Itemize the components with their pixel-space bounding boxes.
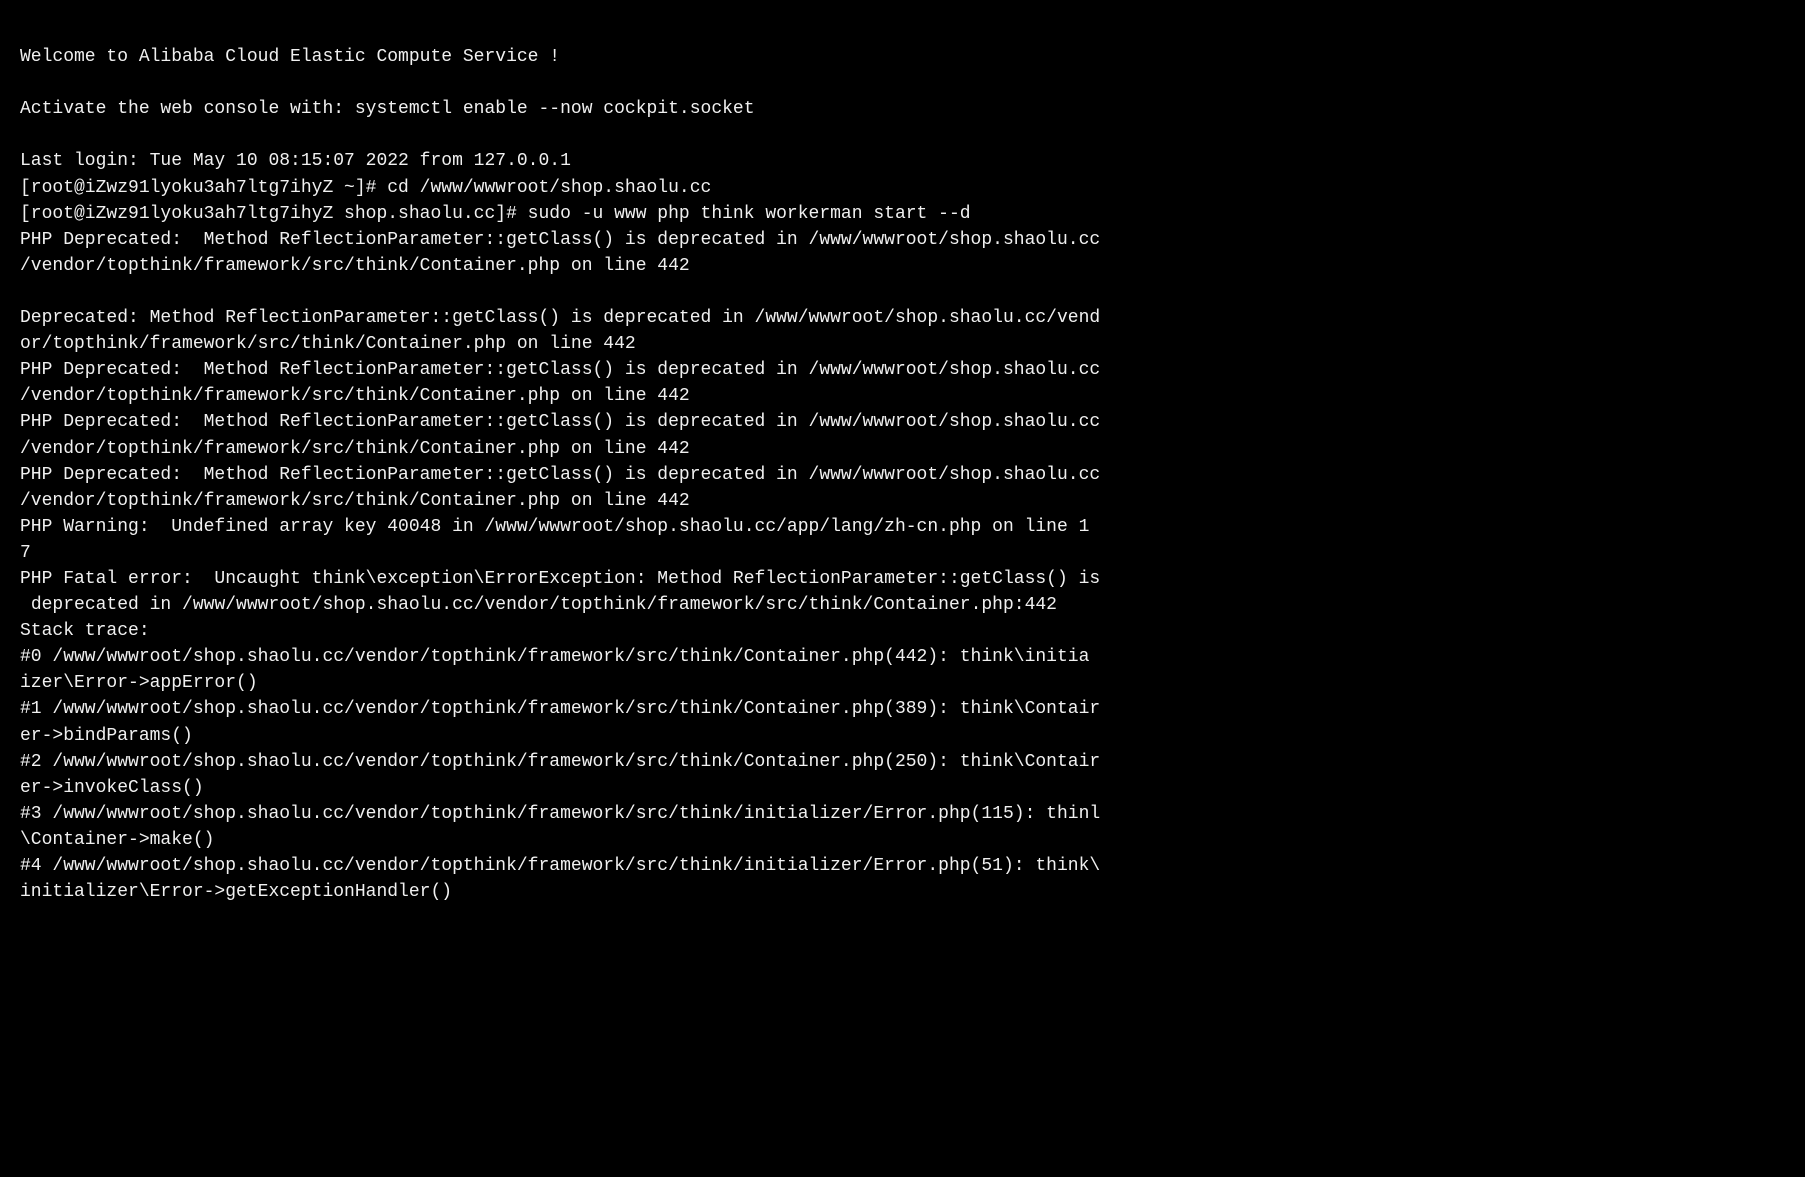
terminal-line-php-dep3b: /vendor/topthink/framework/src/think/Con… xyxy=(20,383,1785,409)
terminal-line-php-dep1a: PHP Deprecated: Method ReflectionParamet… xyxy=(20,227,1785,253)
terminal-line-php-dep1b: /vendor/topthink/framework/src/think/Con… xyxy=(20,253,1785,279)
empty-line xyxy=(20,70,1785,96)
terminal-line-welcome: Welcome to Alibaba Cloud Elastic Compute… xyxy=(20,44,1785,70)
terminal-line-trace4b: initializer\Error->getExceptionHandler() xyxy=(20,879,1785,905)
terminal-line-php-dep3a: PHP Deprecated: Method ReflectionParamet… xyxy=(20,357,1785,383)
terminal-line-activate: Activate the web console with: systemctl… xyxy=(20,96,1785,122)
terminal-line-php-dep4a: PHP Deprecated: Method ReflectionParamet… xyxy=(20,409,1785,435)
terminal-line-trace0a: #0 /www/wwwroot/shop.shaolu.cc/vendor/to… xyxy=(20,644,1785,670)
terminal-line-php-dep4b: /vendor/topthink/framework/src/think/Con… xyxy=(20,436,1785,462)
terminal-line-fatal1: PHP Fatal error: Uncaught think\exceptio… xyxy=(20,566,1785,592)
terminal-line-php-dep5a: PHP Deprecated: Method ReflectionParamet… xyxy=(20,462,1785,488)
terminal-output: Welcome to Alibaba Cloud Elastic Compute… xyxy=(20,18,1785,905)
terminal-line-trace1b: er->bindParams() xyxy=(20,723,1785,749)
terminal-line-dep2a: Deprecated: Method ReflectionParameter::… xyxy=(20,305,1785,331)
terminal-line-php-warn1: PHP Warning: Undefined array key 40048 i… xyxy=(20,514,1785,540)
empty-line xyxy=(20,122,1785,148)
terminal-line-php-dep5b: /vendor/topthink/framework/src/think/Con… xyxy=(20,488,1785,514)
terminal-line-dep2b: or/topthink/framework/src/think/Containe… xyxy=(20,331,1785,357)
terminal-line-php-warn2: 7 xyxy=(20,540,1785,566)
empty-line xyxy=(20,279,1785,305)
terminal-line-trace1a: #1 /www/wwwroot/shop.shaolu.cc/vendor/to… xyxy=(20,696,1785,722)
terminal-line-trace4a: #4 /www/wwwroot/shop.shaolu.cc/vendor/to… xyxy=(20,853,1785,879)
terminal-line-trace0b: izer\Error->appError() xyxy=(20,670,1785,696)
terminal-line-trace3a: #3 /www/wwwroot/shop.shaolu.cc/vendor/to… xyxy=(20,801,1785,827)
terminal-line-trace3b: \Container->make() xyxy=(20,827,1785,853)
terminal-line-stack-trace: Stack trace: xyxy=(20,618,1785,644)
terminal-line-fatal2: deprecated in /www/wwwroot/shop.shaolu.c… xyxy=(20,592,1785,618)
terminal-line-sudo-cmd: [root@iZwz91lyoku3ah7ltg7ihyZ shop.shaol… xyxy=(20,201,1785,227)
terminal-line-trace2a: #2 /www/wwwroot/shop.shaolu.cc/vendor/to… xyxy=(20,749,1785,775)
terminal-line-lastlogin: Last login: Tue May 10 08:15:07 2022 fro… xyxy=(20,148,1785,174)
terminal-line-cd-cmd: [root@iZwz91lyoku3ah7ltg7ihyZ ~]# cd /ww… xyxy=(20,175,1785,201)
terminal-line-trace2b: er->invokeClass() xyxy=(20,775,1785,801)
